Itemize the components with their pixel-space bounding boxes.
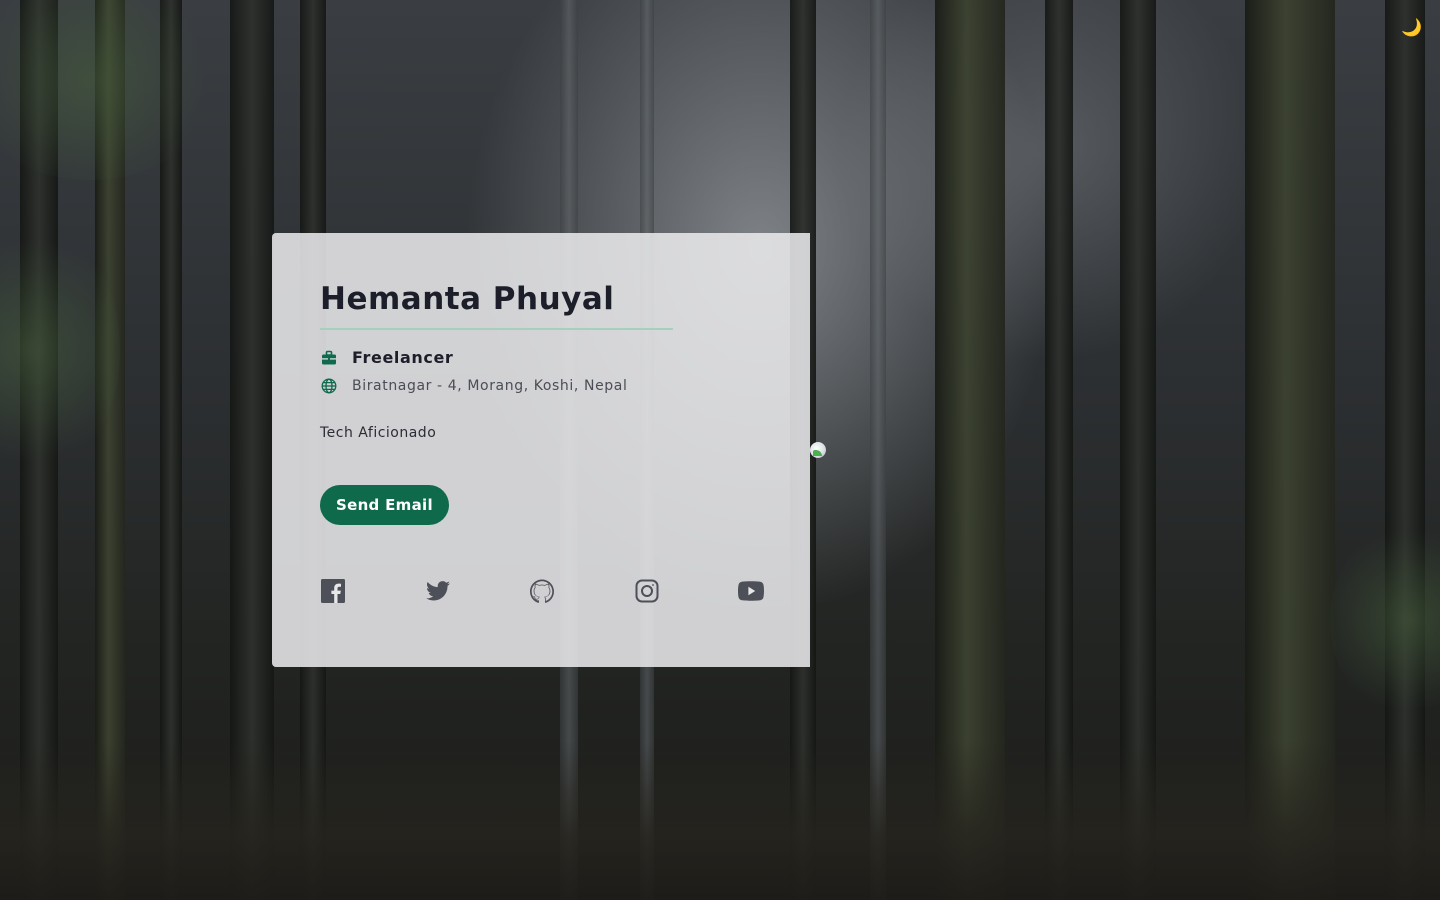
profile-name: Hemanta Phuyal <box>320 281 615 317</box>
github-link[interactable] <box>529 579 555 607</box>
profile-image <box>810 442 826 458</box>
moon-icon: 🌙 <box>1401 18 1423 38</box>
location-row: Biratnagar - 4, Morang, Koshi, Nepal <box>320 377 762 395</box>
instagram-icon <box>635 579 659 607</box>
profile-card: Hemanta Phuyal Freelancer Biratnagar - 4… <box>272 233 810 667</box>
occupation-row: Freelancer <box>320 348 762 367</box>
forest-floor <box>0 740 1440 900</box>
youtube-icon <box>738 581 764 605</box>
twitter-icon <box>425 581 450 605</box>
theme-toggle-button[interactable]: 🌙 <box>1400 16 1424 40</box>
send-email-button[interactable]: Send Email <box>320 485 449 525</box>
github-icon <box>530 579 554 607</box>
location-text: Biratnagar - 4, Morang, Koshi, Nepal <box>352 378 628 394</box>
bio-text: Tech Aficionado <box>320 425 437 441</box>
name-divider <box>320 328 673 330</box>
instagram-link[interactable] <box>634 579 660 607</box>
youtube-link[interactable] <box>738 580 764 606</box>
facebook-link[interactable] <box>320 579 346 607</box>
globe-icon <box>320 377 338 395</box>
briefcase-icon <box>320 349 338 367</box>
occupation-text: Freelancer <box>352 348 454 367</box>
foliage <box>1330 520 1440 720</box>
foliage <box>0 0 220 180</box>
facebook-icon <box>321 579 345 607</box>
twitter-link[interactable] <box>425 580 451 606</box>
social-links <box>320 579 764 607</box>
